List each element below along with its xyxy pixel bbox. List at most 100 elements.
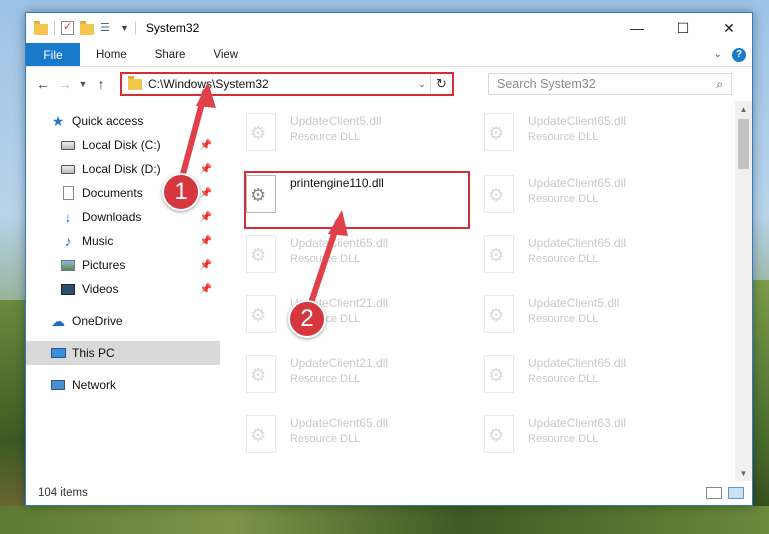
list-item[interactable]: ⚙ UpdateClient65.dll Resource DLL <box>482 111 708 163</box>
scroll-up-arrow[interactable]: ▲ <box>735 101 752 117</box>
cloud-icon: ☁ <box>51 312 65 329</box>
sidebar-item-label: Pictures <box>82 258 126 272</box>
file-name: UpdateClient21.dll <box>290 356 389 370</box>
address-bar[interactable]: C:\Windows\System32 ⌄ ↻ <box>120 72 454 96</box>
step-badge-2: 2 <box>288 300 326 338</box>
recent-locations-button[interactable]: ▼ <box>76 71 90 97</box>
list-item[interactable]: ⚙ UpdateClient65.dll Resource DLL <box>482 233 708 285</box>
back-button[interactable]: ← <box>32 71 54 97</box>
large-icons-view-button[interactable] <box>728 487 744 499</box>
pin-icon[interactable]: 📌 <box>200 260 212 271</box>
pin-icon[interactable]: 📌 <box>200 140 212 151</box>
list-item[interactable]: ⚙ UpdateClient65.dll Resource DLL <box>244 413 470 465</box>
tab-share[interactable]: Share <box>141 43 200 66</box>
properties-icon[interactable] <box>61 20 74 35</box>
dll-file-icon: ⚙ <box>244 295 278 335</box>
minimize-button[interactable]: — <box>614 13 660 43</box>
file-name: UpdateClient65.dll <box>528 114 627 128</box>
sidebar-item-label: Documents <box>82 186 143 200</box>
tab-view[interactable]: View <box>199 43 252 66</box>
sidebar-item-onedrive[interactable]: ☁ OneDrive <box>26 309 220 333</box>
ribbon-tabs: File Home Share View ⌄ ? <box>26 43 752 67</box>
address-path[interactable]: C:\Windows\System32 <box>148 77 414 91</box>
new-folder-icon[interactable] <box>80 20 94 35</box>
sidebar-item-network[interactable]: Network <box>26 373 220 397</box>
tab-file[interactable]: File <box>26 43 80 66</box>
pictures-icon <box>60 257 76 273</box>
sidebar-item-label: Music <box>82 234 114 248</box>
sidebar-item-quick-access[interactable]: ★ Quick access <box>26 109 220 133</box>
disk-icon <box>60 161 76 177</box>
customize-toolbar-icon[interactable]: ☰ <box>100 21 114 35</box>
details-view-button[interactable] <box>706 487 722 499</box>
search-icon[interactable]: ⌕ <box>716 77 723 92</box>
pin-icon[interactable]: 📌 <box>200 284 212 295</box>
file-name: UpdateClient65.dll <box>290 416 389 430</box>
dll-file-icon: ⚙ <box>244 355 278 395</box>
file-type: Resource DLL <box>528 313 599 325</box>
list-item[interactable]: ⚙ UpdateClient65.dll Resource DLL <box>482 353 708 405</box>
sidebar-item-label: This PC <box>72 346 115 360</box>
refresh-button[interactable]: ↻ <box>430 74 452 94</box>
window-title: System32 <box>145 21 200 35</box>
sidebar-item-videos[interactable]: Videos 📌 <box>26 277 220 301</box>
list-item[interactable]: ⚙ UpdateClient21.dllResource DLL <box>244 293 470 345</box>
pin-icon[interactable]: 📌 <box>200 188 212 199</box>
item-count: 104 items <box>38 487 88 499</box>
search-input[interactable] <box>497 77 717 91</box>
chevron-down-icon[interactable]: ▼ <box>120 23 129 33</box>
file-type: Resource DLL <box>528 253 599 265</box>
folder-icon <box>128 75 142 90</box>
list-item[interactable]: ⚙ UpdateClient21.dllResource DLL <box>244 353 470 405</box>
view-toggle <box>706 487 752 499</box>
search-box[interactable]: ⌕ <box>488 73 732 95</box>
file-name: UpdateClient65.dll <box>290 236 389 250</box>
documents-icon <box>60 185 76 201</box>
scroll-thumb[interactable] <box>738 119 749 169</box>
file-type: Resource DLL <box>528 131 599 143</box>
sidebar-item-label: Network <box>72 378 117 392</box>
file-type: Resource DLL <box>528 373 599 385</box>
file-explorer-window: ☰ ▼ System32 — ☐ ✕ File Home Share View … <box>25 12 753 506</box>
list-item[interactable]: ⚙ UpdateClient65.dll Resource DLL <box>244 233 470 285</box>
sidebar-item-downloads[interactable]: ↓ Downloads 📌 <box>26 205 220 229</box>
sidebar-item-pictures[interactable]: Pictures 📌 <box>26 253 220 277</box>
file-type: Resource DLL <box>290 433 361 445</box>
quick-access-toolbar: ☰ ▼ <box>34 20 136 35</box>
vertical-scrollbar[interactable]: ▲ ▼ <box>735 101 752 481</box>
list-item[interactable]: ⚙ UpdateClient65.dll Resource DLL <box>482 173 708 225</box>
computer-icon <box>50 345 66 361</box>
forward-button[interactable]: → <box>54 71 76 97</box>
pin-icon[interactable]: 📌 <box>200 164 212 175</box>
title-bar: ☰ ▼ System32 — ☐ ✕ <box>26 13 752 43</box>
dll-file-icon: ⚙ <box>244 235 278 275</box>
scroll-down-arrow[interactable]: ▼ <box>735 465 752 481</box>
close-button[interactable]: ✕ <box>706 13 752 43</box>
network-icon <box>50 377 66 393</box>
star-icon: ★ <box>51 112 65 129</box>
pin-icon[interactable]: 📌 <box>200 236 212 247</box>
list-item[interactable]: ⚙ UpdateClient5.dll Resource DLL <box>244 111 470 163</box>
sidebar-item-this-pc[interactable]: This PC <box>26 341 220 365</box>
sidebar-item-label: Videos <box>82 282 119 296</box>
main-content: ★ Quick access Local Disk (C:) 📌 Local D… <box>26 101 752 481</box>
highlight-box <box>244 171 470 229</box>
expand-ribbon-icon[interactable]: ⌄ <box>714 49 722 60</box>
up-button[interactable]: ↑ <box>90 71 112 97</box>
music-icon: ♪ <box>64 233 72 249</box>
sidebar-item-local-disk-c[interactable]: Local Disk (C:) 📌 <box>26 133 220 157</box>
list-item[interactable]: ⚙ UpdateClient5.dll Resource DLL <box>482 293 708 345</box>
pin-icon[interactable]: 📌 <box>200 212 212 223</box>
maximize-button[interactable]: ☐ <box>660 13 706 43</box>
sidebar-item-label: Quick access <box>72 114 144 128</box>
dll-file-icon: ⚙ <box>482 355 516 395</box>
chevron-down-icon[interactable]: ⌄ <box>414 79 430 90</box>
list-item[interactable]: ⚙ UpdateClient63.dll Resource DLL <box>482 413 708 465</box>
tab-home[interactable]: Home <box>80 43 141 66</box>
sidebar-item-music[interactable]: ♪ Music 📌 <box>26 229 220 253</box>
download-icon: ↓ <box>64 209 72 225</box>
help-icon[interactable]: ? <box>732 47 746 62</box>
dll-file-icon: ⚙ <box>482 113 516 153</box>
navigation-pane: ★ Quick access Local Disk (C:) 📌 Local D… <box>26 101 220 481</box>
dll-file-icon: ⚙ <box>482 415 516 455</box>
